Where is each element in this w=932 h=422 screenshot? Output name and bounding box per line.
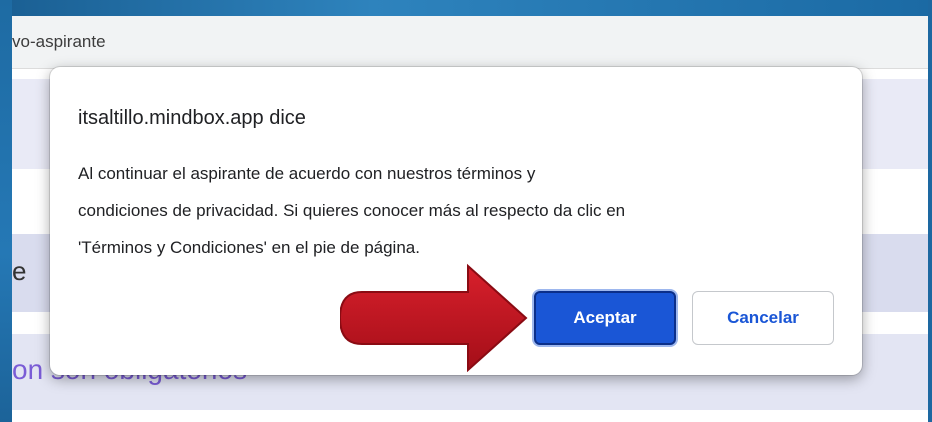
page-section-text: e [12, 256, 27, 286]
dialog-message-line: Al continuar el aspirante de acuerdo con… [78, 164, 536, 183]
right-arrow-icon [340, 263, 528, 372]
dialog-message-line: 'Términos y Condiciones' en el pie de pá… [78, 238, 420, 257]
dialog-message: Al continuar el aspirante de acuerdo con… [78, 155, 848, 266]
screenshot-frame-left [0, 0, 12, 422]
dialog-title: itsaltillo.mindbox.app dice [78, 107, 306, 129]
address-url-text[interactable]: vo-aspirante [12, 32, 106, 52]
dialog-message-line: condiciones de privacidad. Si quieres co… [78, 201, 626, 220]
accept-button[interactable]: Aceptar [534, 291, 676, 345]
screenshot-frame-right [928, 0, 932, 422]
address-bar[interactable]: vo-aspirante [12, 16, 928, 69]
screenshot-frame-top [0, 0, 932, 16]
cancel-button[interactable]: Cancelar [692, 291, 834, 345]
